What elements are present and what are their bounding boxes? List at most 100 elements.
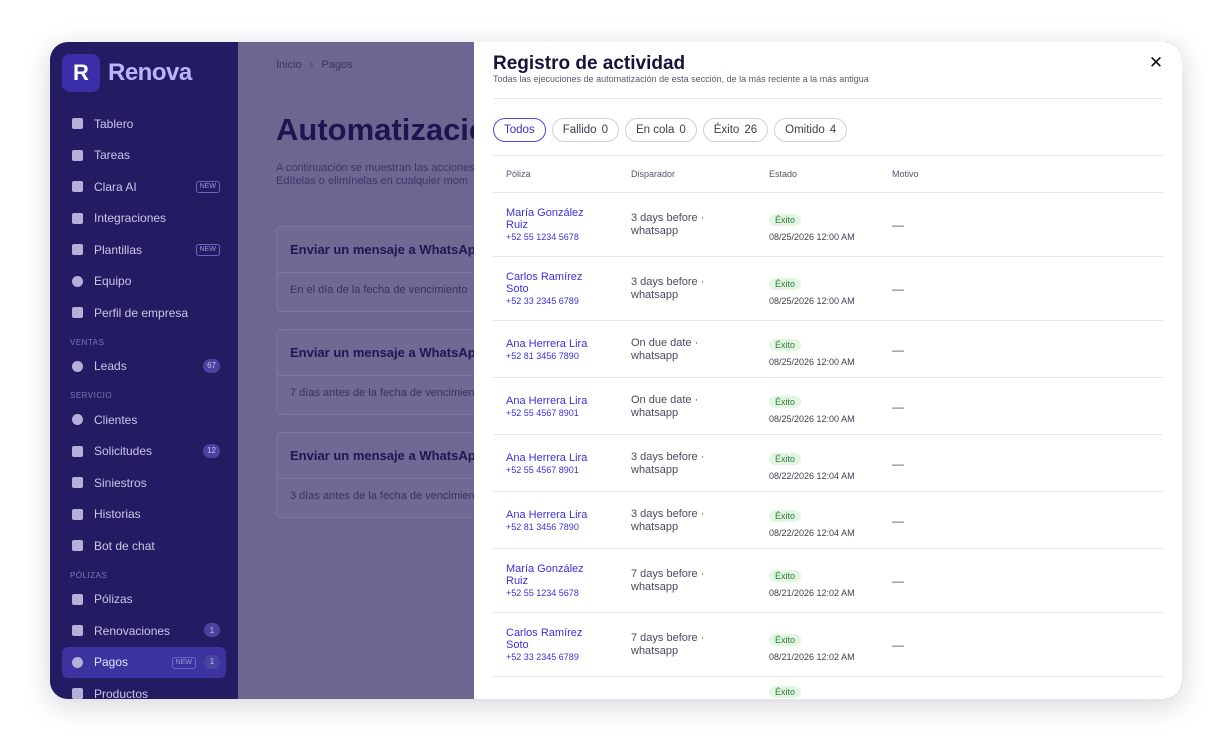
drawer-divider: [493, 98, 1163, 99]
policy-holder-link[interactable]: Carlos Ramírez Soto: [506, 271, 606, 295]
sidebar-item-label: Clara AI: [94, 179, 137, 194]
accident-icon: [70, 476, 84, 490]
sidebar-item-bot-chat[interactable]: Bot de chat: [62, 530, 226, 562]
sidebar-item-label: Siniestros: [94, 475, 147, 490]
checkbox-icon: [70, 148, 84, 162]
sidebar-item-label: Clientes: [94, 412, 138, 427]
breadcrumb-current: Pagos: [321, 59, 353, 71]
reason-cell: —: [892, 574, 904, 588]
plug-icon: [70, 211, 84, 225]
status-badge: Éxito: [769, 214, 802, 226]
drawer-title: Registro de actividad: [493, 53, 686, 74]
filter-chip-fallido[interactable]: Fallido 0: [551, 118, 619, 142]
status-badge: Éxito: [769, 278, 802, 290]
sidebar-item-leads[interactable]: Leads 67: [62, 351, 226, 383]
reason-cell: —: [892, 400, 904, 414]
close-icon[interactable]: ✕: [1146, 53, 1166, 73]
app-window: R Renova Tablero Tareas Clara AI NEW Int…: [50, 42, 1182, 699]
policy-holder-link[interactable]: Ana Herrera Lira: [506, 395, 606, 407]
payment-icon: [70, 655, 84, 669]
sidebar-item-historias[interactable]: Historias: [62, 499, 226, 531]
policy-holder-link[interactable]: Ana Herrera Lira: [506, 452, 606, 464]
table-row[interactable]: María González Ruiz +52 55 1234 5678 7 day…: [493, 549, 1163, 613]
trigger-cell: 3 days before · whatsapp: [631, 508, 705, 533]
brand[interactable]: R Renova: [62, 54, 192, 92]
sidebar-item-plantillas[interactable]: Plantillas NEW: [62, 234, 226, 266]
status-cell: Éxito 08/25/2026 12:00 AM: [769, 335, 855, 367]
sidebar-item-integraciones[interactable]: Integraciones: [62, 203, 226, 235]
automation-card-title: Enviar un mensaje a WhatsApp: [290, 242, 484, 257]
sidebar-item-perfil-empresa[interactable]: Perfil de empresa: [62, 297, 226, 329]
briefcase-icon: [70, 306, 84, 320]
count-badge: 12: [203, 443, 220, 458]
policy-holder-link[interactable]: Ana Herrera Lira: [506, 509, 606, 521]
sidebar-item-siniestros[interactable]: Siniestros: [62, 467, 226, 499]
count-badge: 1: [204, 654, 220, 669]
filter-chip-label: Omitido: [785, 124, 825, 136]
sidebar-item-label: Bot de chat: [94, 538, 155, 553]
status-cell: Éxito 08/25/2026 12:00 AM: [769, 210, 855, 242]
table-body: María González Ruiz +52 55 1234 5678 3 day…: [493, 193, 1163, 699]
table-row[interactable]: Ana Herrera Lira +52 81 3456 7890 3 days b…: [493, 492, 1163, 549]
activity-log-drawer: Registro de actividad Todas las ejecucio…: [474, 42, 1182, 699]
sidebar-item-polizas[interactable]: Pólizas: [62, 584, 226, 616]
filter-chip-label: Éxito: [713, 124, 740, 136]
sidebar-item-label: Perfil de empresa: [94, 305, 189, 320]
sidebar-item-label: Historias: [94, 507, 141, 522]
policy-cell: Carlos Ramírez Soto +52 33 2345 6789: [506, 271, 606, 307]
sidebar-item-pagos[interactable]: Pagos NEW 1: [62, 646, 226, 678]
page-description-line: A continuación se muestran las acciones: [276, 162, 475, 174]
table-row[interactable]: Ana Herrera Lira +52 81 3456 7890 On due d…: [493, 321, 1163, 378]
column-header-estado: Estado: [769, 169, 798, 179]
sidebar-item-renovaciones[interactable]: Renovaciones 1: [62, 615, 226, 647]
status-timestamp: 08/25/2026 12:00 AM: [769, 296, 855, 306]
chat-icon: [70, 180, 84, 194]
column-header-motivo: Motivo: [892, 169, 919, 179]
new-badge: NEW: [195, 181, 220, 193]
sidebar-item-label: Tablero: [94, 116, 134, 131]
breadcrumb-home[interactable]: Inicio: [276, 59, 302, 71]
filter-chip-count: 0: [601, 124, 608, 136]
policy-holder-link[interactable]: María González Ruiz: [506, 563, 606, 587]
sidebar-item-clientes[interactable]: Clientes: [62, 404, 226, 436]
sidebar-item-label: Equipo: [94, 274, 132, 289]
sidebar-item-tareas[interactable]: Tareas: [62, 140, 226, 172]
filter-chip-omitido[interactable]: Omitido 4: [774, 118, 848, 142]
sidebar-item-productos[interactable]: Productos: [62, 678, 226, 699]
table-row[interactable]: Carlos Ramírez Soto +52 33 2345 6789 3 day…: [493, 257, 1163, 321]
table-row[interactable]: Ana Herrera Lira +52 55 4567 8901 3 days b…: [493, 435, 1163, 492]
status-timestamp: 08/22/2026 12:04 AM: [769, 528, 855, 538]
breadcrumb: Inicio › Pagos: [276, 59, 353, 71]
table-row[interactable]: Ana Herrera Lira +52 55 4567 8901 On due d…: [493, 378, 1163, 435]
table-row[interactable]: Carlos Ramírez Soto +52 33 2345 6789 7 day…: [493, 613, 1163, 677]
policy-holder-link[interactable]: Carlos Ramírez Soto: [506, 627, 606, 651]
sidebar-item-label: Solicitudes: [94, 444, 153, 459]
new-badge: NEW: [171, 656, 196, 669]
status-cell: Éxito 08/25/2026 12:00 AM: [769, 392, 855, 424]
policy-holder-link[interactable]: María González Ruiz: [506, 207, 606, 231]
sidebar-item-solicitudes[interactable]: Solicitudes 12: [62, 436, 226, 468]
sidebar-item-tablero[interactable]: Tablero: [62, 108, 226, 140]
dollar-icon: [70, 359, 84, 373]
filter-chip-label: Todos: [504, 124, 535, 136]
filter-chip-en-cola[interactable]: En cola 0: [624, 118, 697, 142]
filter-chip-todos[interactable]: Todos: [493, 118, 546, 142]
policy-holder-link[interactable]: Ana Herrera Lira: [506, 338, 606, 350]
policy-cell: Carlos Ramírez Soto +52 33 2345 6789: [506, 627, 606, 663]
count-badge: 67: [203, 358, 220, 373]
policy-holder-phone: +52 33 2345 6789: [506, 296, 579, 306]
filter-chip-exito[interactable]: Éxito 26: [702, 118, 769, 142]
template-icon: [70, 243, 84, 257]
sidebar-item-clara-ai[interactable]: Clara AI NEW: [62, 171, 226, 203]
status-filter-chips: Todos Fallido 0 En cola 0 Éxito 26 Omiti…: [493, 118, 848, 142]
table-row[interactable]: Éxito: [493, 677, 1163, 699]
table-row[interactable]: María González Ruiz +52 55 1234 5678 3 day…: [493, 193, 1163, 257]
filter-chip-count: 26: [744, 124, 758, 136]
trigger-cell: On due date · whatsapp: [631, 394, 699, 419]
chat-bubble-icon: [70, 539, 84, 553]
automation-card-subtitle: En el día de la fecha de vencimiento: [290, 284, 468, 296]
sidebar-item-equipo[interactable]: Equipo: [62, 266, 226, 298]
status-timestamp: 08/25/2026 12:00 AM: [769, 414, 855, 424]
policy-holder-phone: +52 55 4567 8901: [506, 408, 579, 418]
policy-cell: Ana Herrera Lira +52 81 3456 7890: [506, 509, 606, 533]
